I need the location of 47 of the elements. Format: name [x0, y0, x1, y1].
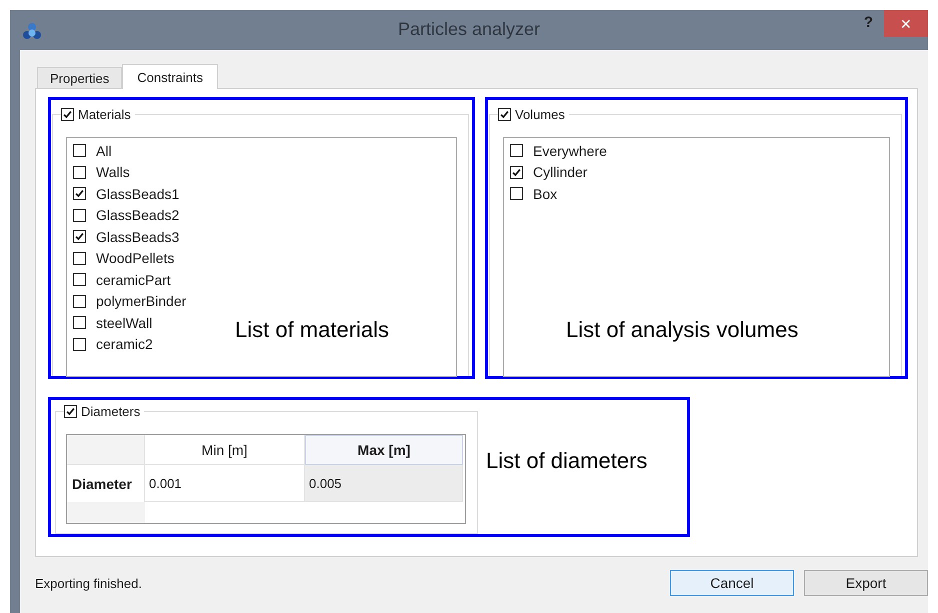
checkbox[interactable] — [510, 166, 523, 179]
checkbox[interactable] — [498, 108, 511, 121]
list-item[interactable]: All — [96, 142, 112, 159]
annotation-label: List of analysis volumes — [566, 317, 798, 343]
status-text: Exporting finished. — [35, 576, 143, 591]
list-item[interactable]: Walls — [96, 164, 130, 180]
group-title: Diameters — [81, 404, 140, 419]
checkbox[interactable] — [73, 338, 86, 351]
column-header[interactable]: Min [m] — [145, 435, 305, 465]
list-item[interactable]: polymerBinder — [96, 293, 186, 310]
annotation-label: List of materials — [235, 317, 390, 343]
dialog-button[interactable]: Cancel — [670, 570, 794, 596]
list-item[interactable]: GlassBeads1 — [96, 186, 180, 202]
checkbox[interactable] — [73, 208, 86, 222]
list-item[interactable]: ceramicPart — [96, 272, 171, 288]
list-item[interactable]: steelWall — [96, 314, 152, 331]
checkbox[interactable] — [61, 108, 74, 121]
column-header[interactable]: Max [m] — [305, 435, 463, 465]
checkbox[interactable] — [73, 166, 86, 179]
table-cell[interactable]: 0.005 — [305, 465, 463, 502]
checkbox[interactable] — [73, 316, 86, 330]
checkbox[interactable] — [73, 294, 86, 308]
list-item[interactable]: Box — [533, 186, 558, 202]
dialog-button[interactable]: Export — [804, 570, 928, 596]
checkbox[interactable] — [510, 144, 523, 158]
checkbox[interactable] — [73, 230, 86, 244]
checkbox[interactable] — [64, 405, 77, 418]
tab[interactable]: Properties — [37, 67, 122, 88]
checkbox[interactable] — [73, 252, 86, 265]
group-title: Volumes — [515, 107, 565, 122]
checkbox[interactable] — [73, 144, 86, 158]
group-title: Materials — [78, 107, 131, 122]
list-item[interactable]: ceramic2 — [96, 336, 153, 352]
window-title: Particles analyzer — [398, 19, 540, 40]
annotation-label: List of diameters — [486, 448, 648, 474]
tab[interactable]: Constraints — [122, 64, 218, 89]
help-button[interactable]: ? — [864, 14, 873, 31]
list-item[interactable]: Cyllinder — [533, 164, 588, 180]
list-item[interactable]: WoodPellets — [96, 250, 174, 266]
list-item[interactable]: Everywhere — [533, 142, 607, 159]
close-button[interactable]: ✕ — [884, 10, 928, 37]
app-icon — [22, 20, 42, 40]
checkbox[interactable] — [73, 273, 86, 286]
list-item[interactable]: GlassBeads3 — [96, 228, 180, 245]
list-item[interactable]: GlassBeads2 — [96, 207, 180, 224]
checkbox[interactable] — [73, 187, 86, 200]
checkbox[interactable] — [510, 187, 523, 200]
